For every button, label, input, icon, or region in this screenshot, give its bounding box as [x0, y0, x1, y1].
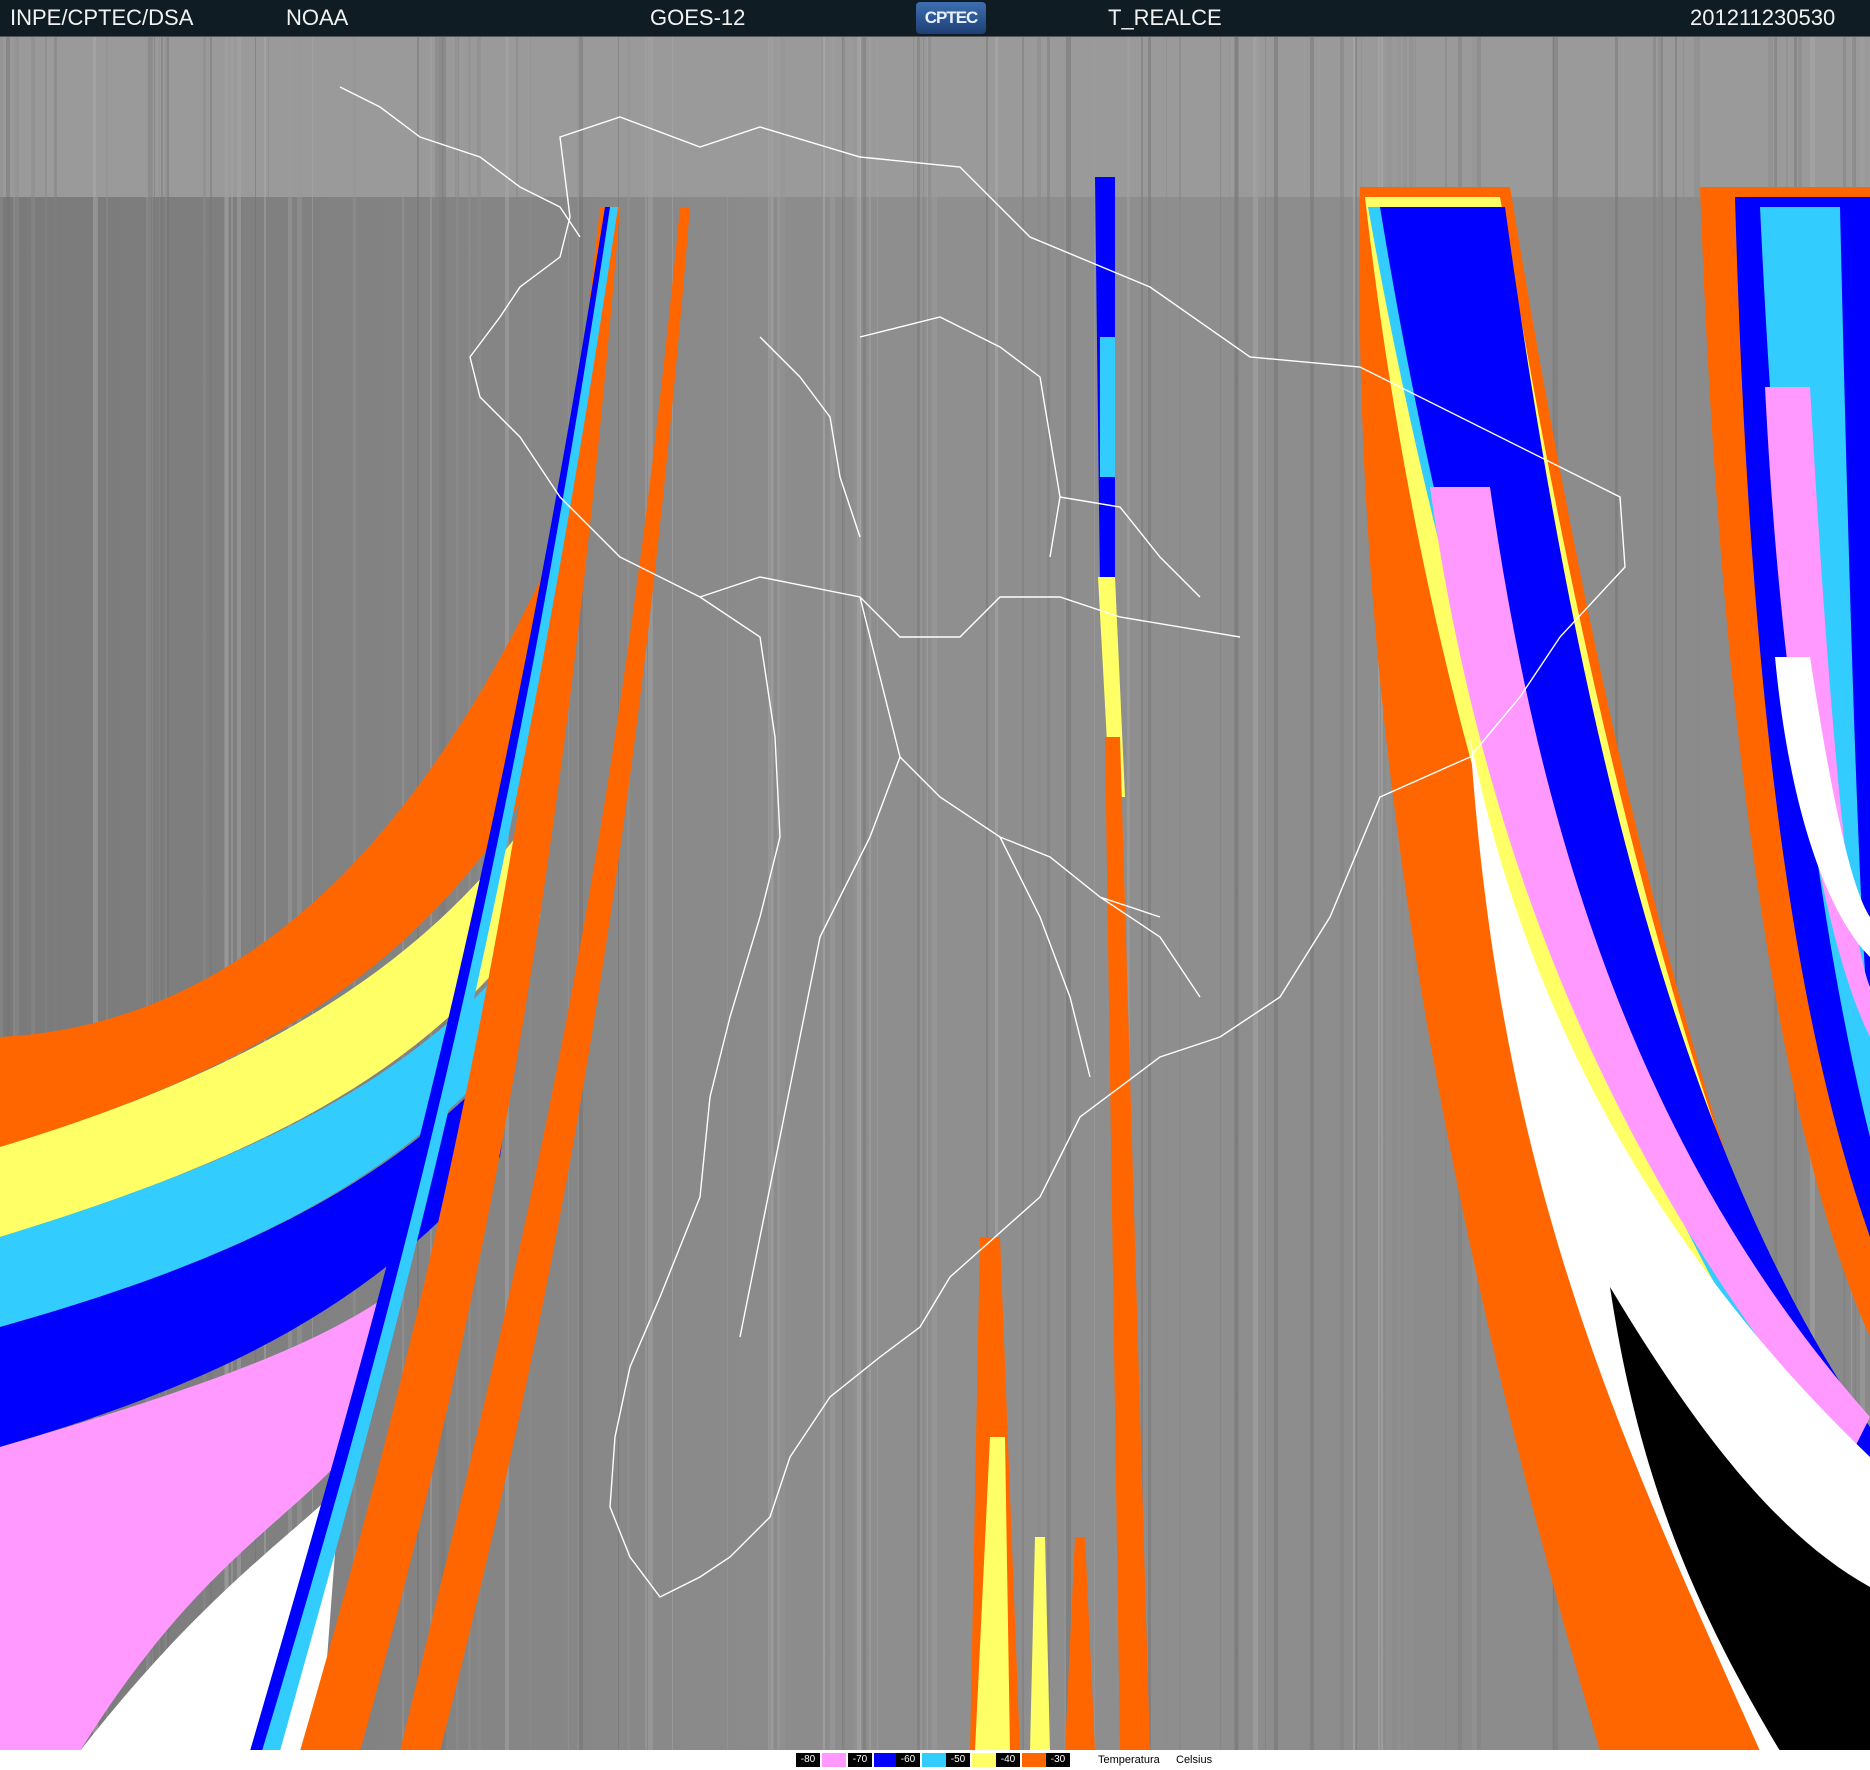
streak [923, 37, 924, 1751]
streak [917, 37, 920, 1751]
legend-label-0: -80 [796, 1753, 820, 1767]
streak [1355, 37, 1357, 1751]
streak [861, 37, 866, 1751]
streak [648, 37, 653, 1751]
streak [458, 37, 459, 1751]
datetime-label: 201211230530 [1690, 5, 1836, 30]
legend-swatch-1 [874, 1753, 898, 1767]
legend-unit: Celsius [1176, 1754, 1213, 1766]
legend-label-3: -50 [946, 1753, 970, 1767]
legend-label-1: -70 [848, 1753, 872, 1767]
streak [768, 37, 770, 1751]
streak [780, 37, 785, 1751]
streak [771, 37, 773, 1751]
legend-swatch-2 [922, 1753, 946, 1767]
streak [645, 37, 647, 1751]
streak [1220, 37, 1221, 1751]
cptec-logo: CPTEC [916, 2, 986, 34]
streak [830, 37, 835, 1751]
legend-label-2: -60 [896, 1753, 920, 1767]
logo-text: CPTEC [924, 8, 979, 27]
legend-label-4: -40 [996, 1753, 1020, 1767]
streak [1229, 37, 1230, 1751]
streak [1166, 37, 1167, 1751]
streak [577, 37, 579, 1751]
streak [1064, 37, 1066, 1751]
product-label: T_REALCE [1108, 5, 1222, 30]
satellite-label: GOES-12 [650, 5, 746, 30]
legend-swatch-0 [822, 1753, 846, 1767]
streak [1274, 37, 1278, 1751]
streak [821, 37, 823, 1751]
map-canvas [0, 37, 1870, 1751]
header-bar: INPE/CPTEC/DSA NOAA GOES-12 CPTEC T_REAL… [0, 0, 1870, 36]
streak [877, 37, 878, 1751]
streak [1340, 37, 1344, 1751]
streak [1148, 37, 1151, 1751]
streak [312, 37, 313, 1751]
streak [1066, 37, 1071, 1751]
streak [1310, 37, 1314, 1751]
satellite-map [0, 36, 1870, 1751]
legend-title: Temperatura [1098, 1754, 1160, 1766]
streak [1179, 37, 1181, 1751]
streak [618, 37, 619, 1751]
streak [627, 37, 630, 1751]
streak [1265, 37, 1266, 1751]
streak [455, 37, 456, 1751]
streak [842, 37, 845, 1751]
streak [920, 37, 922, 1751]
temperature-legend: -80 -70 -60 -50 -40 -30 Temperatura Cels… [0, 1750, 1870, 1770]
streak [824, 37, 825, 1751]
streak [1047, 37, 1050, 1751]
streak [929, 37, 932, 1751]
streak [932, 37, 937, 1751]
streak [1094, 37, 1095, 1751]
legend-swatch-3 [972, 1753, 996, 1767]
central-band-cyan [1100, 337, 1115, 477]
streak [1037, 37, 1041, 1751]
agency-label: NOAA [286, 5, 349, 30]
streak [913, 37, 914, 1751]
streak [1235, 37, 1238, 1751]
streak [727, 37, 728, 1751]
streak [823, 37, 824, 1751]
streak [1022, 37, 1024, 1751]
institute-label: INPE/CPTEC/DSA [10, 5, 194, 30]
streak [869, 37, 871, 1751]
streak [568, 37, 569, 1751]
streak [1256, 37, 1258, 1751]
legend-label-5: -30 [1046, 1753, 1070, 1767]
legend-swatch-4 [1022, 1753, 1046, 1767]
streak [579, 37, 583, 1751]
